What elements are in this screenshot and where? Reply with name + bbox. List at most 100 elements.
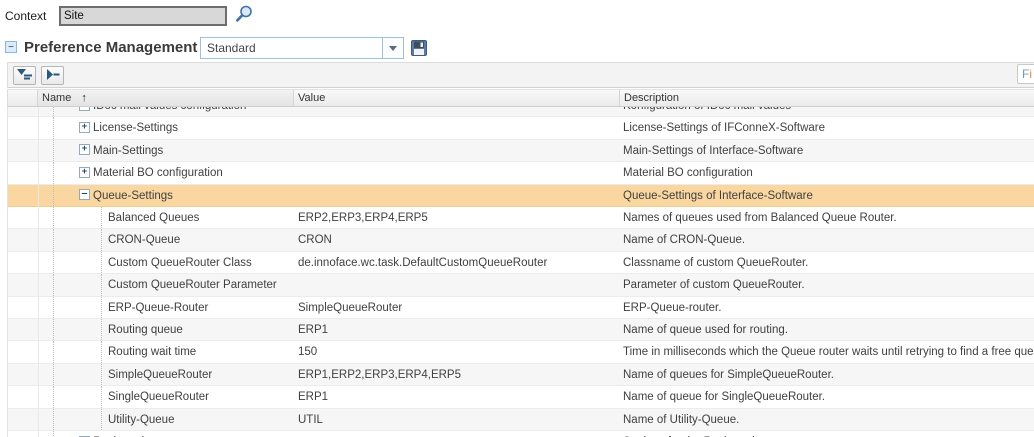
table-row[interactable]: CRON-QueueCRONName of CRON-Queue. (8, 229, 1034, 251)
expand-level-icon (44, 69, 61, 84)
tree-guide (53, 207, 54, 228)
collapse-all-button[interactable] (13, 66, 36, 85)
header-cell-spacer (8, 90, 38, 106)
tree-guide (101, 229, 102, 250)
cell-description: Main-Settings of Interface-Software (623, 140, 1034, 161)
cell-name: IDoc mail values configuration (93, 107, 294, 116)
cell-description: Classname of custom QueueRouter. (623, 252, 1034, 273)
expand-icon[interactable]: + (79, 107, 90, 111)
expand-level-button[interactable] (41, 66, 64, 85)
search-button[interactable] (234, 4, 254, 24)
cell-value: 150 (298, 341, 616, 362)
table-row[interactable]: –Queue-Settings Queue-Settings of Interfa… (8, 185, 1034, 207)
table-row[interactable]: +Revise adapterSettings for the Revise a… (8, 431, 1034, 437)
cell-description: ERP-Queue-router. (623, 297, 1034, 318)
combobox-trigger[interactable] (382, 38, 403, 58)
cell-value (298, 274, 616, 295)
cell-name: Routing wait time (108, 341, 294, 362)
combobox-value: Standard (207, 38, 256, 58)
table-row[interactable]: +License-SettingsLicense-Settings of IFC… (8, 117, 1034, 139)
cell-value: CRON (298, 229, 616, 250)
cell-name: Queue-Settings (93, 185, 294, 206)
tree-guide (53, 185, 54, 206)
context-input[interactable] (59, 6, 227, 26)
table-row[interactable]: +Material BO configurationMaterial BO co… (8, 162, 1034, 184)
expand-icon[interactable]: + (79, 122, 90, 133)
cell-value: ERP1 (298, 319, 616, 340)
table-row[interactable]: ERP-Queue-RouterSimpleQueueRouterERP-Que… (8, 297, 1034, 319)
tree-guide (53, 252, 54, 273)
column-label-description: Description (624, 92, 679, 104)
chevron-down-icon (389, 46, 397, 51)
tree-guide (53, 229, 54, 250)
cell-value: SimpleQueueRouter (298, 297, 616, 318)
search-icon (234, 12, 254, 27)
tree-guide (53, 297, 54, 318)
cell-name: Revise adapter (93, 431, 294, 437)
section-collapse-icon[interactable]: − (5, 41, 17, 53)
page-title: Preference Management (24, 39, 197, 56)
table-row[interactable]: SimpleQueueRouterERP1,ERP2,ERP3,ERP4,ERP… (8, 364, 1034, 386)
context-label: Context (5, 9, 46, 23)
table-row[interactable]: Custom QueueRouter Classde.innoface.wc.t… (8, 252, 1034, 274)
header-cell-name[interactable]: Name ↑ (38, 90, 294, 106)
tree-guide (101, 274, 102, 295)
cell-name: CRON-Queue (108, 229, 294, 250)
cell-name: Main-Settings (93, 140, 294, 161)
tree-guide (101, 319, 102, 340)
table-row[interactable]: +Main-Settings Main-Settings of Interface… (8, 140, 1034, 162)
cell-description: Names of queues used from Balanced Queue… (623, 207, 1034, 228)
sort-asc-icon: ↑ (81, 90, 87, 106)
column-label-name: Name (42, 92, 71, 104)
header-cell-description[interactable]: Description (620, 90, 1034, 106)
collapse-all-icon (16, 69, 33, 84)
cell-description: Name of queues for SimpleQueueRouter. (623, 364, 1034, 385)
cell-name: SimpleQueueRouter (108, 364, 294, 385)
cell-name: Routing queue (108, 319, 294, 340)
tree-guide (53, 319, 54, 340)
cell-name: Material BO configuration (93, 162, 294, 183)
cell-description: Parameter of custom QueueRouter. (623, 274, 1034, 295)
tree-guide (53, 341, 54, 362)
cell-description: Name of queue for SingleQueueRouter. (623, 386, 1034, 407)
cell-name: Balanced Queues (108, 207, 294, 228)
table-row[interactable]: Routing wait time150Time in milliseconds… (8, 341, 1034, 363)
table-row[interactable]: Routing queueERP1 Name of queue used for … (8, 319, 1034, 341)
cell-value (298, 117, 616, 138)
cell-description: Name of queue used for routing. (623, 319, 1034, 340)
header-cell-value[interactable]: Value (294, 90, 620, 106)
filter-input[interactable]: Fi (1017, 64, 1034, 84)
tree-guide (53, 107, 54, 116)
tree-guide (101, 409, 102, 430)
tree-guide (101, 386, 102, 407)
cell-value: ERP1 (298, 386, 616, 407)
cell-name: Utility-Queue (108, 409, 294, 430)
table-row[interactable]: SingleQueueRouterERP1Name of queue for S… (8, 386, 1034, 408)
tree-guide (53, 117, 54, 138)
collapse-icon[interactable]: – (79, 189, 90, 200)
expand-icon[interactable]: + (79, 144, 90, 155)
cell-description: Name of Utility-Queue. (623, 409, 1034, 430)
tree-guide (101, 207, 102, 228)
tree-guide (53, 364, 54, 385)
cell-description: Material BO configuration (623, 162, 1034, 183)
table-row[interactable]: Balanced QueuesERP2,ERP3,ERP4,ERP5Names … (8, 207, 1034, 229)
tree-guide (101, 341, 102, 362)
cell-value (298, 431, 616, 437)
cell-name: Custom QueueRouter Parameter (108, 274, 294, 295)
cell-description: Konfiguration of IDoc mail values (623, 107, 1034, 116)
cell-value (298, 162, 616, 183)
cell-description: License-Settings of IFConneX-Software (623, 117, 1034, 138)
column-separator (38, 107, 39, 437)
table-row[interactable]: +IDoc mail values configuration Konfigura… (8, 107, 1034, 117)
tree-guide (53, 274, 54, 295)
tree-guide (101, 252, 102, 273)
cell-description: Queue-Settings of Interface-Software (623, 185, 1034, 206)
tree-guide (53, 431, 54, 437)
preset-combobox[interactable]: Standard (200, 37, 404, 59)
expand-icon[interactable]: + (79, 167, 90, 178)
save-button[interactable] (410, 39, 428, 57)
column-label-value: Value (298, 92, 325, 104)
table-row[interactable]: Utility-QueueUTILName of Utility-Queue. (8, 409, 1034, 431)
table-row[interactable]: Custom QueueRouter Parameter Parameter of… (8, 274, 1034, 296)
